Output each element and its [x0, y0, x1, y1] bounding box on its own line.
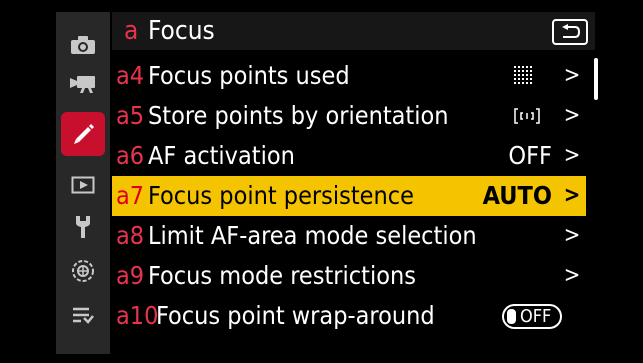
network-menu-tab[interactable]	[56, 252, 110, 290]
playback-menu-tab[interactable]	[56, 166, 110, 204]
menu-item-focus-point-wrap-around[interactable]: a10 Focus point wrap-around OFF	[112, 296, 586, 336]
chevron-right-icon: >	[563, 143, 581, 168]
menu-item-code: a9	[116, 261, 145, 290]
menu-item-code: a6	[116, 141, 145, 170]
menu-item-label: Focus point wrap-around	[156, 301, 435, 330]
toggle-knob	[507, 309, 516, 324]
chevron-right-icon: >	[563, 263, 581, 288]
menu-item-code: a5	[116, 101, 145, 130]
photo-shooting-menu-tab[interactable]	[56, 26, 110, 64]
menu-item-focus-point-persistence[interactable]: a7 Focus point persistence AUTO >	[112, 176, 586, 216]
wrench-icon	[76, 216, 90, 238]
menu-group-letter: a	[124, 16, 139, 46]
menu-item-code: a4	[116, 61, 145, 90]
movie-camera-icon	[70, 76, 95, 93]
chevron-right-icon: >	[563, 183, 581, 208]
page-title: Focus	[148, 16, 215, 46]
menu-header: a Focus	[112, 12, 595, 50]
menu-item-af-activation[interactable]: a6 AF activation OFF >	[112, 136, 586, 176]
menu-item-label: Focus points used	[148, 61, 350, 90]
orientation-icon	[514, 96, 540, 136]
menu-item-label: Focus mode restrictions	[148, 261, 416, 290]
menu-item-value: OFF	[508, 141, 552, 170]
my-menu-tab[interactable]	[56, 296, 110, 334]
chevron-right-icon: >	[563, 103, 581, 128]
menu-item-code: a10	[116, 301, 159, 330]
custom-settings-menu-tab[interactable]	[61, 112, 105, 156]
menu-item-label: Limit AF-area mode selection	[148, 221, 477, 250]
menu-item-store-points-by-orientation[interactable]: a5 Store points by orientation >	[112, 96, 586, 136]
menu-item-focus-points-used[interactable]: a4 Focus points used >	[112, 56, 586, 96]
pencil-icon	[74, 124, 94, 144]
menu-item-code: a8	[116, 221, 145, 250]
playback-icon	[71, 176, 95, 194]
camera-icon	[71, 36, 95, 54]
menu-sidebar	[56, 12, 110, 354]
focus-points-grid-icon	[514, 56, 534, 96]
wrap-around-toggle[interactable]: OFF	[502, 304, 562, 329]
menu-item-code: a7	[116, 181, 145, 210]
menu-item-label: Focus point persistence	[148, 181, 414, 210]
network-icon	[72, 260, 94, 282]
chevron-right-icon: >	[563, 63, 581, 88]
video-recording-menu-tab[interactable]	[56, 64, 110, 102]
camera-menu-screen: a Focus a4 Focus points used > a5 Store …	[0, 0, 643, 363]
my-menu-icon	[73, 307, 94, 324]
menu-item-value: AUTO	[482, 181, 552, 210]
back-button[interactable]	[552, 19, 588, 45]
setup-menu-tab[interactable]	[56, 208, 110, 246]
menu-item-label: Store points by orientation	[148, 101, 449, 130]
back-arrow-icon	[562, 24, 581, 38]
menu-item-limit-af-area-mode-selection[interactable]: a8 Limit AF-area mode selection >	[112, 216, 586, 256]
menu-item-focus-mode-restrictions[interactable]: a9 Focus mode restrictions >	[112, 256, 586, 296]
scrollbar[interactable]	[594, 58, 598, 100]
toggle-state: OFF	[520, 306, 552, 327]
menu-item-label: AF activation	[148, 141, 295, 170]
chevron-right-icon: >	[563, 223, 581, 248]
